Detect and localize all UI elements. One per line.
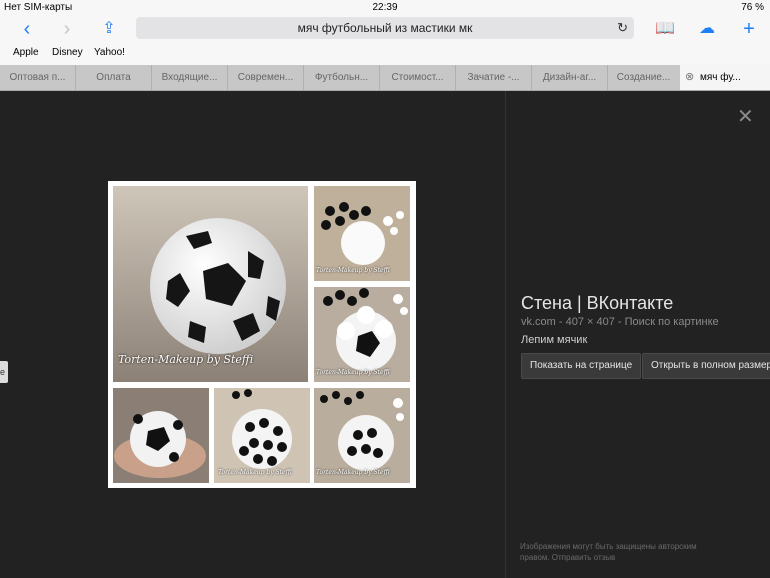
tab-bar: Оптовая п... Оплата Входящие... Современ…	[0, 65, 770, 91]
feedback-link[interactable]: Отправить отзыв	[552, 553, 616, 562]
close-icon[interactable]: ✕	[737, 104, 754, 129]
reload-icon[interactable]: ↻	[617, 20, 628, 36]
new-tab-icon[interactable]: +	[738, 18, 760, 40]
bookmark-apple[interactable]: Apple	[13, 47, 39, 58]
watermark-small-4: Torten-Makeup by Steffi	[316, 469, 390, 476]
forward-icon[interactable]: ›	[56, 18, 78, 40]
browser-toolbar: Нет SIM-карты 22:39 76 % ‹ › ⇪ мяч футбо…	[0, 0, 770, 65]
tab-4[interactable]: Современ...	[228, 65, 304, 90]
battery-label: 76 %	[741, 2, 764, 13]
watermark-small-3: Torten-Makeup by Steffi	[218, 469, 292, 476]
tab-8[interactable]: Дизайн-аг...	[532, 65, 608, 90]
tab-active[interactable]: ⊗ мяч фу... •••	[680, 65, 770, 90]
address-text: мяч футбольный из мастики мк	[297, 21, 473, 35]
share-icon[interactable]: ⇪	[98, 18, 120, 40]
watermark-large: Torten-Makeup by Steffi	[118, 353, 254, 366]
tab-3[interactable]: Входящие...	[152, 65, 228, 90]
image-title[interactable]: Стена | ВКонтакте	[521, 293, 673, 314]
prev-image-handle[interactable]: e	[0, 361, 8, 383]
bookmark-disney[interactable]: Disney	[52, 47, 83, 58]
open-full-size-button[interactable]: Открыть в полном размере	[642, 353, 770, 379]
address-bar[interactable]: мяч футбольный из мастики мк ↻	[136, 17, 634, 39]
collage-image[interactable]: Torten-Makeup by Steffi Torten-Makeup by…	[108, 181, 416, 488]
show-on-page-button[interactable]: Показать на странице	[521, 353, 642, 379]
panel-divider	[505, 91, 506, 578]
tab-6[interactable]: Стоимост...	[380, 65, 456, 90]
close-tab-icon[interactable]: ⊗	[685, 65, 694, 90]
tab-9[interactable]: Создание...	[606, 65, 682, 90]
clock-label: 22:39	[372, 2, 398, 13]
image-meta[interactable]: vk.com - 407 × 407 - Поиск по картинке	[521, 316, 719, 328]
copyright-notice: Изображения могут быть защищены авторски…	[520, 541, 720, 563]
tab-1[interactable]: Оптовая п...	[0, 65, 76, 90]
back-icon[interactable]: ‹	[16, 18, 38, 40]
watermark-small-2: Torten-Makeup by Steffi	[316, 369, 390, 376]
tab-7[interactable]: Зачатие -...	[456, 65, 532, 90]
tab-active-label: мяч фу...	[700, 72, 741, 83]
image-description: Лепим мячик	[521, 334, 588, 346]
icloud-icon[interactable]: ☁	[696, 18, 718, 40]
status-bar: Нет SIM-карты 22:39 76 %	[0, 0, 770, 16]
tab-5[interactable]: Футбольн...	[304, 65, 380, 90]
tab-2[interactable]: Оплата	[76, 65, 152, 90]
bookmarks-icon[interactable]: 📖	[654, 18, 676, 40]
bookmark-yahoo[interactable]: Yahoo!	[94, 47, 125, 58]
